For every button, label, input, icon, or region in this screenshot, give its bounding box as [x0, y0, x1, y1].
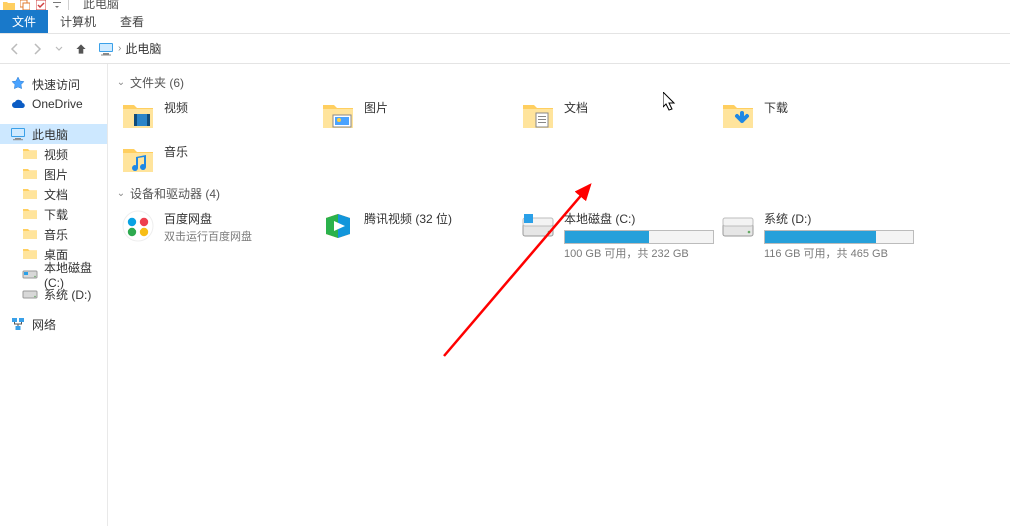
- nav-forward-button[interactable]: [28, 40, 46, 58]
- ribbon-tab-0[interactable]: 文件: [0, 10, 48, 33]
- sidebar-item-thispc[interactable]: 此电脑: [0, 124, 107, 144]
- sidebar-item-label: 此电脑: [32, 126, 68, 143]
- thispc-icon: [98, 41, 114, 57]
- sidebar-item-label: 网络: [32, 316, 56, 333]
- items-row-1: 百度网盘双击运行百度网盘 腾讯视频 (32 位) 本地磁盘 (C:) 100 GB 可…: [116, 206, 1010, 263]
- quick-access-toolbar: [0, 0, 71, 10]
- sidebar-item-音乐[interactable]: 音乐: [0, 224, 107, 244]
- window-title: 此电脑: [83, 0, 119, 12]
- nav-recent-dropdown-icon[interactable]: [50, 40, 68, 58]
- sidebar-item-label: OneDrive: [32, 97, 83, 111]
- drive-c-icon: [22, 266, 38, 282]
- sidebar-item-下载[interactable]: 下载: [0, 204, 107, 224]
- item-baidu[interactable]: 百度网盘双击运行百度网盘: [116, 206, 316, 263]
- chevron-down-icon: ⌄: [116, 77, 126, 88]
- sidebar-item-视频[interactable]: 视频: [0, 144, 107, 164]
- nav-bar: › 此电脑: [0, 34, 1010, 64]
- sidebar-item-label: 系统 (D:): [44, 286, 91, 303]
- item-name: 视频: [164, 99, 188, 116]
- sidebar-item-label: 文档: [44, 186, 68, 203]
- folder-icon: [22, 226, 38, 242]
- tencent-app-icon: [320, 208, 356, 244]
- pc-icon: [10, 126, 26, 142]
- folder-icon: [720, 97, 756, 133]
- chevron-right-icon: ›: [118, 43, 121, 54]
- item-tencent[interactable]: 腾讯视频 (32 位): [316, 206, 516, 263]
- sidebar-item-label: 音乐: [44, 226, 68, 243]
- network-icon: [10, 316, 26, 332]
- sidebar-item-图片[interactable]: 图片: [0, 164, 107, 184]
- sidebar-item-文档[interactable]: 文档: [0, 184, 107, 204]
- cloud-icon: [10, 96, 26, 112]
- item-name: 系统 (D:): [764, 210, 914, 227]
- item-name: 音乐: [164, 143, 188, 160]
- ribbon-tabs: 文件计算机查看: [0, 10, 1010, 34]
- items-row-0: 视频 图片 文档 下载音乐: [116, 95, 1010, 183]
- drive-icon: [520, 208, 556, 244]
- item-name: 图片: [364, 99, 388, 116]
- sidebar-item-label: 快速访问: [32, 76, 80, 93]
- nav-sidebar: 快速访问OneDrive此电脑视频图片文档下载音乐桌面本地磁盘 (C:)系统 (…: [0, 64, 108, 526]
- item-name: 文档: [564, 99, 588, 116]
- address-bar[interactable]: › 此电脑: [98, 40, 161, 57]
- folder-icon: [22, 186, 38, 202]
- nav-up-button[interactable]: [72, 40, 90, 58]
- drive-icon: [22, 286, 38, 302]
- drive-usage-bar: [564, 230, 714, 244]
- ribbon-tab-2[interactable]: 查看: [108, 10, 156, 33]
- drive-usage-fill: [765, 231, 876, 243]
- folder-icon: [320, 97, 356, 133]
- group-header-1[interactable]: ⌄ 设备和驱动器 (4): [116, 185, 1010, 202]
- chevron-down-icon: ⌄: [116, 188, 126, 199]
- content-pane[interactable]: ⌄ 文件夹 (6) 视频 图片 文档 下载音乐 ⌄ 设备和驱动器 (4) 百度网盘双击运行百度网…: [108, 64, 1010, 526]
- item-subtitle: 双击运行百度网盘: [164, 228, 252, 244]
- item-name: 下载: [764, 99, 788, 116]
- group-title: 文件夹 (6): [130, 74, 184, 91]
- item-name: 百度网盘: [164, 210, 252, 227]
- qat-folder-icon: [2, 0, 16, 10]
- sidebar-item-系统 (D:)[interactable]: 系统 (D:): [0, 284, 107, 304]
- folder-icon: [120, 141, 156, 177]
- ribbon-tab-1[interactable]: 计算机: [48, 10, 108, 33]
- qat-separator: [68, 0, 69, 10]
- item-pictures[interactable]: 图片: [316, 95, 516, 139]
- sidebar-item-本地磁盘 (C:)[interactable]: 本地磁盘 (C:): [0, 264, 107, 284]
- qat-check-icon: [34, 0, 48, 10]
- item-name: 腾讯视频 (32 位): [364, 210, 452, 227]
- folder-icon: [22, 146, 38, 162]
- drive-icon: [720, 208, 756, 244]
- breadcrumb-location[interactable]: 此电脑: [125, 40, 161, 57]
- sidebar-item-label: 视频: [44, 146, 68, 163]
- folder-icon: [22, 246, 38, 262]
- item-name: 本地磁盘 (C:): [564, 210, 714, 227]
- group-title: 设备和驱动器 (4): [130, 185, 220, 202]
- title-bar: 此电脑: [0, 0, 1010, 10]
- group-header-0[interactable]: ⌄ 文件夹 (6): [116, 74, 1010, 91]
- folder-icon: [520, 97, 556, 133]
- item-d[interactable]: 系统 (D:) 116 GB 可用，共 465 GB: [716, 206, 916, 263]
- drive-usage-text: 100 GB 可用，共 232 GB: [564, 245, 714, 261]
- qat-copy-icon: [18, 0, 32, 10]
- drive-usage-fill: [565, 231, 649, 243]
- item-c[interactable]: 本地磁盘 (C:) 100 GB 可用，共 232 GB: [516, 206, 716, 263]
- item-music[interactable]: 音乐: [116, 139, 316, 183]
- sidebar-item-onedrive[interactable]: OneDrive: [0, 94, 107, 114]
- folder-icon: [22, 166, 38, 182]
- sidebar-item-quick[interactable]: 快速访问: [0, 74, 107, 94]
- folder-icon: [22, 206, 38, 222]
- sidebar-item-label: 图片: [44, 166, 68, 183]
- item-videos[interactable]: 视频: [116, 95, 316, 139]
- item-documents[interactable]: 文档: [516, 95, 716, 139]
- sidebar-item-network[interactable]: 网络: [0, 314, 107, 334]
- qat-dropdown-icon[interactable]: [50, 0, 64, 10]
- star-icon: [10, 76, 26, 92]
- drive-usage-bar: [764, 230, 914, 244]
- nav-back-button[interactable]: [6, 40, 24, 58]
- drive-usage-text: 116 GB 可用，共 465 GB: [764, 245, 914, 261]
- folder-icon: [120, 97, 156, 133]
- sidebar-item-label: 下载: [44, 206, 68, 223]
- item-downloads[interactable]: 下载: [716, 95, 916, 139]
- baidu-app-icon: [120, 208, 156, 244]
- body: 快速访问OneDrive此电脑视频图片文档下载音乐桌面本地磁盘 (C:)系统 (…: [0, 64, 1010, 526]
